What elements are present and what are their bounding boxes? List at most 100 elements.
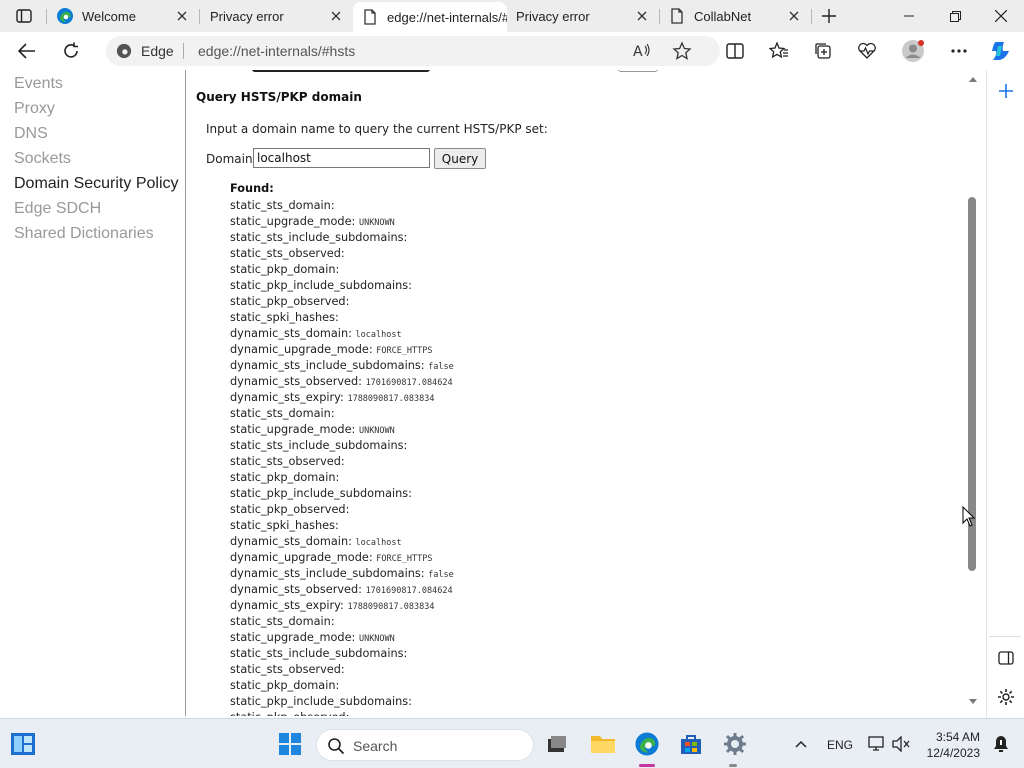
copilot-button[interactable] bbox=[988, 38, 1014, 64]
result-row: dynamic_upgrade_mode: FORCE_HTTPS bbox=[230, 342, 454, 358]
taskbar-clock[interactable]: 3:54 AM 12/4/2023 bbox=[922, 729, 980, 761]
sidebar-item-edge-sdch[interactable]: Edge SDCH bbox=[14, 200, 101, 218]
rail-divider bbox=[989, 636, 1021, 637]
gear-icon bbox=[724, 733, 746, 755]
close-icon[interactable] bbox=[174, 8, 190, 24]
refresh-icon bbox=[64, 42, 78, 58]
volume-button[interactable] bbox=[886, 730, 916, 758]
result-row: static_pkp_observed: bbox=[230, 710, 454, 716]
start-button[interactable] bbox=[275, 730, 305, 758]
result-key: static_sts_observed: bbox=[230, 455, 345, 468]
settings-taskbar-button[interactable] bbox=[720, 730, 750, 758]
tab-separator bbox=[811, 9, 812, 24]
scroll-up-icon[interactable] bbox=[968, 76, 978, 83]
query-button[interactable]: Query bbox=[434, 148, 486, 169]
edge-taskbar-button[interactable] bbox=[632, 730, 662, 758]
notifications-button[interactable] bbox=[986, 730, 1016, 758]
collections-button[interactable] bbox=[810, 38, 836, 64]
net-internals-sidebar: Events Proxy DNS Sockets Domain Security… bbox=[0, 70, 186, 716]
restore-button[interactable] bbox=[932, 0, 978, 32]
result-key: static_pkp_domain: bbox=[230, 263, 340, 276]
minimize-button[interactable] bbox=[886, 0, 932, 32]
favorites-button[interactable] bbox=[766, 38, 792, 64]
tab-net-internals[interactable]: edge://net-internals/#hsts bbox=[353, 2, 507, 32]
close-icon[interactable] bbox=[786, 8, 802, 24]
sidebar-item-domain-security-policy[interactable]: Domain Security Policy bbox=[14, 175, 179, 193]
sidebar-item-sockets[interactable]: Sockets bbox=[14, 150, 71, 168]
favorite-star-icon[interactable] bbox=[672, 41, 692, 61]
close-icon[interactable] bbox=[634, 8, 650, 24]
domain-input[interactable] bbox=[253, 148, 430, 168]
result-row: static_upgrade_mode: UNKNOWN bbox=[230, 630, 454, 646]
cut-off-button[interactable] bbox=[618, 70, 658, 72]
result-row: static_sts_domain: bbox=[230, 198, 454, 214]
tab-welcome[interactable]: Welcome bbox=[48, 0, 198, 32]
settings-more-button[interactable] bbox=[946, 38, 972, 64]
hide-sidebar-button[interactable] bbox=[993, 645, 1019, 671]
sidebar-item-shared-dictionaries[interactable]: Shared Dictionaries bbox=[14, 225, 154, 243]
scroll-down-icon[interactable] bbox=[968, 698, 978, 705]
result-value: UNKNOWN bbox=[358, 426, 395, 436]
tab-privacy-error[interactable]: Privacy error bbox=[200, 0, 352, 32]
result-key: static_upgrade_mode: bbox=[230, 631, 356, 644]
back-button[interactable] bbox=[14, 38, 40, 64]
search-icon bbox=[327, 737, 345, 755]
domain-label: Domain: bbox=[206, 152, 257, 166]
restore-icon bbox=[949, 10, 961, 22]
result-key: static_upgrade_mode: bbox=[230, 423, 356, 436]
read-aloud-icon[interactable]: A bbox=[632, 41, 652, 61]
page-icon bbox=[361, 8, 379, 26]
result-key: static_pkp_observed: bbox=[230, 295, 350, 308]
add-sidebar-app-button[interactable] bbox=[993, 78, 1019, 104]
tab-label: edge://net-internals/#hsts bbox=[387, 9, 507, 25]
address-bar[interactable]: Edge edge://net-internals/#hsts A bbox=[106, 36, 720, 66]
edge-sidebar-rail bbox=[986, 70, 1024, 718]
show-hidden-icons-button[interactable] bbox=[786, 730, 816, 758]
url-text[interactable]: edge://net-internals/#hsts bbox=[198, 43, 355, 59]
sidebar-item-proxy[interactable]: Proxy bbox=[14, 100, 55, 118]
result-key: dynamic_sts_observed: bbox=[230, 375, 362, 388]
result-key: static_sts_include_subdomains: bbox=[230, 231, 408, 244]
result-key: dynamic_upgrade_mode: bbox=[230, 551, 373, 564]
close-window-button[interactable] bbox=[978, 0, 1024, 32]
result-key: static_pkp_include_subdomains: bbox=[230, 695, 412, 708]
result-key: static_sts_observed: bbox=[230, 247, 345, 260]
result-value: false bbox=[428, 570, 454, 580]
result-row: static_pkp_observed: bbox=[230, 502, 454, 518]
result-row: dynamic_sts_observed: 1701690817.084624 bbox=[230, 582, 454, 598]
cut-off-input[interactable] bbox=[252, 70, 430, 72]
sidebar-item-events[interactable]: Events bbox=[14, 75, 63, 93]
result-key: static_sts_domain: bbox=[230, 199, 335, 212]
split-screen-button[interactable] bbox=[722, 38, 748, 64]
clock-date: 12/4/2023 bbox=[926, 746, 980, 760]
file-explorer-button[interactable] bbox=[588, 730, 618, 758]
tab-collabnet[interactable]: CollabNet bbox=[660, 0, 810, 32]
windows-start-icon bbox=[279, 733, 301, 755]
result-row: dynamic_sts_observed: 1701690817.084624 bbox=[230, 374, 454, 390]
language-indicator[interactable]: ENG bbox=[827, 738, 853, 752]
tab-privacy-error-2[interactable]: Privacy error bbox=[508, 0, 658, 32]
sidebar-item-dns[interactable]: DNS bbox=[14, 125, 48, 143]
store-button[interactable] bbox=[676, 730, 706, 758]
page-icon bbox=[668, 7, 686, 25]
profile-button[interactable] bbox=[900, 38, 926, 64]
result-row: static_pkp_domain: bbox=[230, 678, 454, 694]
new-tab-button[interactable] bbox=[818, 6, 840, 26]
page-scrollbar[interactable] bbox=[966, 70, 980, 716]
result-row: static_sts_domain: bbox=[230, 406, 454, 422]
taskbar-search[interactable]: Search bbox=[316, 729, 534, 761]
tab-actions-button[interactable] bbox=[10, 6, 38, 26]
network-icon bbox=[868, 736, 884, 751]
tab-label: Welcome bbox=[82, 8, 136, 24]
browser-essentials-button[interactable] bbox=[854, 38, 880, 64]
result-row: dynamic_sts_domain: localhost bbox=[230, 326, 454, 342]
result-key: static_pkp_include_subdomains: bbox=[230, 279, 412, 292]
widgets-button[interactable] bbox=[8, 730, 38, 758]
result-value: UNKNOWN bbox=[358, 634, 395, 644]
close-icon[interactable] bbox=[328, 8, 344, 24]
task-view-button[interactable] bbox=[542, 730, 572, 758]
hsts-panel: Query HSTS/PKP domain Input a domain nam… bbox=[186, 70, 966, 716]
sidebar-settings-button[interactable] bbox=[993, 684, 1019, 710]
refresh-button[interactable] bbox=[58, 38, 84, 64]
tab-separator bbox=[46, 9, 47, 24]
